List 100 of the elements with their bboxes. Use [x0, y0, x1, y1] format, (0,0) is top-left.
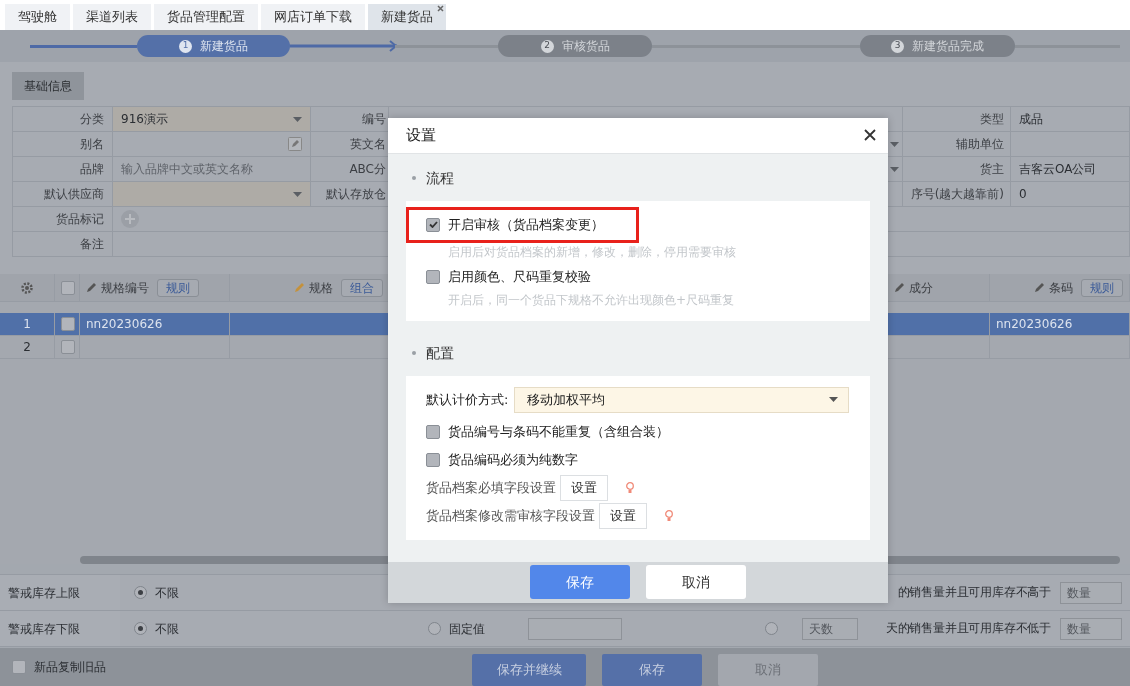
input-field[interactable]: 数量: [1060, 581, 1122, 604]
condition-text: 的销售量并且可用库存不高于: [897, 583, 1051, 601]
checkbox-label: 货品编号与条码不能重复（含组合装）: [448, 423, 669, 442]
pencil-icon: [294, 282, 305, 293]
field-label: 货品标记: [56, 211, 104, 228]
close-icon[interactable]: [864, 129, 876, 142]
checkbox-label: 新品复制旧品: [34, 659, 106, 676]
caret-icon: [890, 166, 899, 172]
radio-label: 不限: [155, 584, 179, 602]
column-header: 条码: [1049, 279, 1073, 297]
setting-label: 货品档案修改需审核字段设置: [426, 507, 595, 526]
field-label: 警戒库存下限: [8, 620, 80, 638]
checkbox-label: 开启审核（货品档案变更）: [448, 216, 604, 235]
row-checkbox[interactable]: [61, 340, 75, 354]
settings-icon[interactable]: [21, 281, 33, 294]
row-number: 1: [23, 316, 31, 333]
tab[interactable]: 货品管理配置: [154, 4, 258, 30]
bulb-icon: [626, 481, 634, 494]
tab[interactable]: 新建货品: [368, 4, 446, 30]
step-number: 3: [891, 39, 904, 53]
field-label: 警戒库存上限: [8, 584, 80, 602]
field-label: 英文名: [350, 136, 386, 153]
check-icon: [428, 221, 438, 229]
field-label: 辅助单位: [956, 136, 1004, 153]
row-number: 2: [23, 339, 31, 356]
rule-button[interactable]: 规则: [1081, 278, 1123, 297]
input-field[interactable]: [113, 132, 311, 157]
radio-button[interactable]: [765, 622, 778, 635]
radio-label: 不限: [155, 620, 179, 638]
bulb-icon: [665, 509, 673, 522]
tab[interactable]: 网店订单下载: [261, 4, 365, 30]
rule-button[interactable]: 组合: [341, 278, 383, 297]
caret-icon: [890, 141, 899, 147]
tab[interactable]: 渠道列表: [73, 4, 151, 30]
caret-icon: [829, 397, 839, 403]
caret-icon: [293, 191, 302, 197]
input-field[interactable]: 天数: [802, 617, 858, 640]
pencil-icon: [894, 282, 905, 293]
setting-button[interactable]: 设置: [560, 474, 608, 501]
select-field[interactable]: [113, 182, 311, 207]
field-value: 0: [1019, 186, 1027, 203]
tab[interactable]: 驾驶舱: [5, 4, 70, 30]
checkbox-label: 启用颜色、尺码重复校验: [448, 268, 591, 287]
radio-label: 固定值: [449, 620, 485, 638]
bullet-icon: [412, 351, 416, 356]
field-label: 类型: [980, 111, 1004, 128]
column-header: 规格编号: [101, 279, 149, 297]
field-label: 序号(越大越靠前): [910, 186, 1004, 203]
bullet-icon: [412, 176, 416, 181]
table-cell-text: nn20230626: [996, 316, 1073, 333]
cancel-button[interactable]: 取消: [646, 565, 746, 600]
field-label: 分类: [80, 111, 104, 128]
section-title: 流程: [426, 168, 454, 188]
checkbox[interactable]: [12, 660, 26, 674]
checkbox[interactable]: [426, 269, 440, 284]
checkbox[interactable]: [426, 217, 440, 232]
edit-icon[interactable]: [288, 137, 302, 151]
field-label: 默认供应商: [44, 186, 104, 203]
input-field[interactable]: 数量: [1060, 617, 1122, 640]
field-label: 默认存放仓: [326, 186, 386, 203]
checkbox[interactable]: [426, 424, 440, 439]
condition-text: 天的销售量并且可用库存不低于: [885, 619, 1051, 637]
rule-button[interactable]: 规则: [157, 278, 199, 297]
radio-button[interactable]: [134, 586, 147, 599]
save-button[interactable]: 保存: [530, 565, 630, 600]
plus-circle-icon[interactable]: [121, 210, 139, 228]
row-checkbox[interactable]: [61, 317, 75, 331]
radio-button[interactable]: [428, 622, 441, 635]
save-continue-button[interactable]: 保存并继续: [472, 654, 586, 686]
field-label: 货主: [980, 161, 1004, 178]
select-field[interactable]: 移动加权平均: [514, 386, 850, 413]
setting-button[interactable]: 设置: [599, 502, 647, 529]
step-number: 2: [540, 39, 554, 53]
input-field[interactable]: [528, 617, 622, 640]
field-label: 备注: [80, 236, 104, 253]
dialog-title: 设置: [406, 125, 436, 147]
column-header: 成分: [909, 279, 933, 297]
step-label: 新建货品完成: [912, 38, 984, 55]
pencil-icon: [86, 282, 97, 293]
field-label: 默认计价方式:: [426, 391, 509, 410]
select-all-checkbox[interactable]: [61, 280, 75, 295]
field-value: 成品: [1019, 111, 1043, 128]
field-label: ABC分: [349, 161, 386, 178]
field-label: 编号: [362, 111, 386, 128]
field-value: 吉客云OA公司: [1019, 161, 1097, 178]
step-label: 新建货品: [200, 38, 248, 55]
field-label: 品牌: [80, 161, 104, 178]
column-header: 规格: [309, 279, 333, 297]
setting-label: 货品档案必填字段设置: [426, 479, 556, 498]
table-cell-text: nn20230626: [86, 316, 163, 333]
field-label: 别名: [80, 136, 104, 153]
section-tab[interactable]: 基础信息: [12, 72, 84, 100]
select-field[interactable]: 916演示: [113, 107, 311, 132]
save-button[interactable]: 保存: [602, 654, 702, 686]
checkbox[interactable]: [426, 452, 440, 467]
step-label: 审核货品: [561, 38, 610, 55]
section-title: 配置: [426, 343, 454, 363]
pencil-icon: [1034, 282, 1045, 293]
radio-button[interactable]: [134, 622, 147, 635]
checkbox-label: 货品编码必须为纯数字: [448, 451, 578, 470]
